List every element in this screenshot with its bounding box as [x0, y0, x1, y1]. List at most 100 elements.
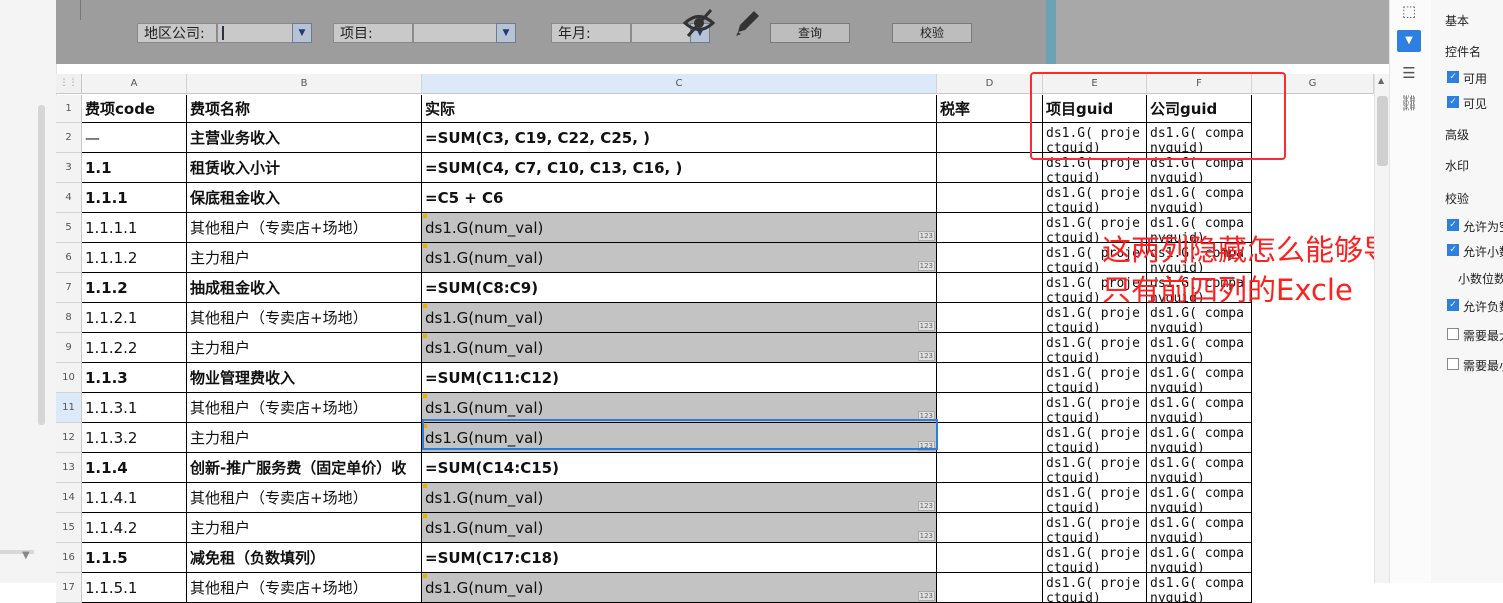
cell-e13[interactable]: ds1.G( projectguid) — [1043, 453, 1147, 483]
cell-a14[interactable]: 1.1.4.1 — [82, 483, 187, 513]
column-header-a[interactable]: A — [82, 74, 187, 94]
column-header-c[interactable]: C — [422, 74, 937, 94]
row-header[interactable]: 1 — [56, 95, 82, 123]
allow-negative-checkbox[interactable]: ✓ — [1447, 299, 1459, 311]
scroll-thumb[interactable] — [1377, 96, 1388, 166]
link-icon[interactable]: ⛓ — [1397, 92, 1421, 114]
cell-b9[interactable]: 主力租户 — [187, 333, 422, 363]
cell-e4[interactable]: ds1.G( projectguid) — [1043, 183, 1147, 213]
query-button[interactable]: 查询 — [770, 23, 850, 43]
cell-a6[interactable]: 1.1.1.2 — [82, 243, 187, 273]
row-header[interactable]: 5 — [56, 213, 82, 243]
row-header[interactable]: 17 — [56, 573, 82, 603]
cell-b16[interactable]: 减免租（负数填列） — [187, 543, 422, 573]
cell-d10[interactable] — [937, 363, 1043, 393]
row-header[interactable]: 15 — [56, 513, 82, 543]
row-header[interactable]: 16 — [56, 543, 82, 573]
cell-d14[interactable] — [937, 483, 1043, 513]
column-header-d[interactable]: D — [937, 74, 1043, 94]
cell-a9[interactable]: 1.1.2.2 — [82, 333, 187, 363]
left-scrollbar[interactable] — [38, 105, 45, 425]
cell-b11[interactable]: 其他租户（专卖店+场地） — [187, 393, 422, 423]
cell-b13[interactable]: 创新-推广服务费（固定单价）收 — [187, 453, 422, 483]
need-min-checkbox[interactable] — [1447, 358, 1459, 370]
cell-d13[interactable] — [937, 453, 1043, 483]
cell-f10[interactable]: ds1.G( companyguid) — [1147, 363, 1252, 393]
form-icon[interactable]: ☰ — [1397, 62, 1421, 84]
eye-off-icon[interactable] — [682, 6, 716, 40]
cell-a12[interactable]: 1.1.3.2 — [82, 423, 187, 453]
row-header[interactable]: 9 — [56, 333, 82, 363]
allow-decimal-checkbox[interactable]: ✓ — [1447, 244, 1459, 256]
row-header[interactable]: 14 — [56, 483, 82, 513]
allow-empty-checkbox[interactable]: ✓ — [1447, 219, 1459, 231]
cell-b17[interactable]: 其他租户（专卖店+场地） — [187, 573, 422, 603]
cell-c1[interactable]: 实际 — [422, 95, 937, 123]
column-header-b[interactable]: B — [187, 74, 422, 94]
cell-e12[interactable]: ds1.G( projectguid) — [1043, 423, 1147, 453]
cell-d7[interactable] — [937, 273, 1043, 303]
cell-d12[interactable] — [937, 423, 1043, 453]
row-header[interactable]: 12 — [56, 423, 82, 453]
cell-b15[interactable]: 主力租户 — [187, 513, 422, 543]
cell-f17[interactable]: ds1.G( companyguid) — [1147, 573, 1252, 603]
row-header[interactable]: 8 — [56, 303, 82, 333]
enabled-checkbox[interactable]: ✓ — [1447, 71, 1459, 83]
cell-d17[interactable] — [937, 573, 1043, 603]
cell-e16[interactable]: ds1.G( projectguid) — [1043, 543, 1147, 573]
cell-c13[interactable]: =SUM(C14:C15) — [422, 453, 937, 483]
cell-a11[interactable]: 1.1.3.1 — [82, 393, 187, 423]
cell-d9[interactable] — [937, 333, 1043, 363]
cell-b8[interactable]: 其他租户（专卖店+场地） — [187, 303, 422, 333]
cell-a4[interactable]: 1.1.1 — [82, 183, 187, 213]
cell-b4[interactable]: 保底租金收入 — [187, 183, 422, 213]
cell-b10[interactable]: 物业管理费收入 — [187, 363, 422, 393]
widget-settings-icon[interactable]: ▼ — [1397, 30, 1421, 52]
cell-a7[interactable]: 1.1.2 — [82, 273, 187, 303]
project-dropdown-icon[interactable]: ▼ — [496, 23, 516, 43]
cell-d1[interactable]: 税率 — [937, 95, 1043, 123]
cell-c3[interactable]: =SUM(C4, C7, C10, C13, C16, ) — [422, 153, 937, 183]
cell-b3[interactable]: 租赁收入小计 — [187, 153, 422, 183]
cell-a17[interactable]: 1.1.5.1 — [82, 573, 187, 603]
cell-c4[interactable]: =C5 + C6 — [422, 183, 937, 213]
cell-c8[interactable]: ds1.G(num_val) 123 — [422, 303, 937, 333]
cell-e15[interactable]: ds1.G( projectguid) — [1043, 513, 1147, 543]
project-combo[interactable] — [413, 23, 497, 43]
region-dropdown-icon[interactable]: ▼ — [292, 23, 312, 43]
row-header[interactable]: 10 — [56, 363, 82, 393]
row-header[interactable]: 3 — [56, 153, 82, 183]
cell-c15[interactable]: ds1.G(num_val) 123 — [422, 513, 937, 543]
cell-f8[interactable]: ds1.G( companyguid) — [1147, 303, 1252, 333]
region-combo[interactable] — [217, 23, 293, 43]
cell-d15[interactable] — [937, 513, 1043, 543]
row-header[interactable]: 11 — [56, 393, 82, 423]
cell-f14[interactable]: ds1.G( companyguid) — [1147, 483, 1252, 513]
cell-b7[interactable]: 抽成租金收入 — [187, 273, 422, 303]
cell-e9[interactable]: ds1.G( projectguid) — [1043, 333, 1147, 363]
cell-d11[interactable] — [937, 393, 1043, 423]
validate-button[interactable]: 校验 — [892, 23, 972, 43]
cell-a1[interactable]: 费项code — [82, 95, 187, 123]
cell-a13[interactable]: 1.1.4 — [82, 453, 187, 483]
cell-d4[interactable] — [937, 183, 1043, 213]
select-all-corner[interactable]: ⋮⋮ — [56, 74, 82, 94]
cell-d3[interactable] — [937, 153, 1043, 183]
cell-c9[interactable]: ds1.G(num_val) 123 — [422, 333, 937, 363]
cell-b2[interactable]: 主营业务收入 — [187, 123, 422, 153]
cell-e10[interactable]: ds1.G( projectguid) — [1043, 363, 1147, 393]
cell-b12[interactable]: 主力租户 — [187, 423, 422, 453]
row-header[interactable]: 2 — [56, 123, 82, 153]
pencil-icon[interactable] — [732, 6, 764, 40]
cell-f13[interactable]: ds1.G( companyguid) — [1147, 453, 1252, 483]
cell-a10[interactable]: 1.1.3 — [82, 363, 187, 393]
cell-f9[interactable]: ds1.G( companyguid) — [1147, 333, 1252, 363]
cell-c10[interactable]: =SUM(C11:C12) — [422, 363, 937, 393]
cell-d2[interactable] — [937, 123, 1043, 153]
cell-c17[interactable]: ds1.G(num_val) 123 — [422, 573, 937, 603]
cell-c14[interactable]: ds1.G(num_val) 123 — [422, 483, 937, 513]
cell-f12[interactable]: ds1.G( companyguid) — [1147, 423, 1252, 453]
cell-f16[interactable]: ds1.G( companyguid) — [1147, 543, 1252, 573]
cell-a2[interactable]: — — [82, 123, 187, 153]
cell-c5[interactable]: ds1.G(num_val) 123 — [422, 213, 937, 243]
